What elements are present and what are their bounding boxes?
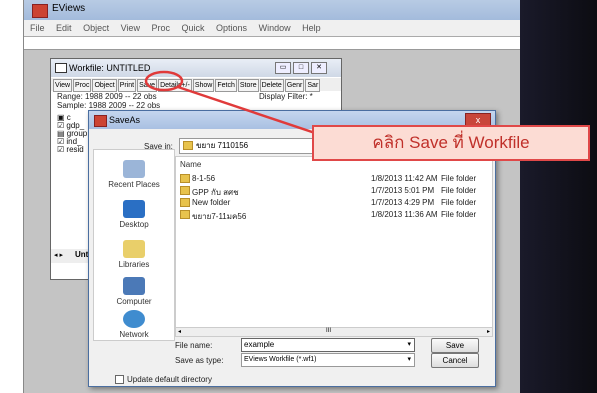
list-item[interactable]: 8-1-56 1/8/2013 11:42 AM File folder xyxy=(180,174,480,184)
wf-fetch-button[interactable]: Fetch xyxy=(215,79,237,92)
list-item[interactable]: GPP กับ สศช 1/7/2013 5:01 PM File folder xyxy=(180,186,480,197)
menu-quick[interactable]: Quick xyxy=(182,23,205,33)
scroll-right-icon[interactable]: ▸ xyxy=(487,328,490,335)
workfile-icon xyxy=(55,63,67,73)
save-as-type-value: EViews Workfile (*.wf1) xyxy=(244,356,317,363)
menu-bar: File Edit Object View Proc Quick Options… xyxy=(24,20,521,37)
list-item[interactable]: ขยาย7-11มค56 1/8/2013 11:36 AM File folder xyxy=(180,210,480,221)
annotation-callout: คลิก Save ที่ Workfile xyxy=(312,125,590,161)
menu-proc[interactable]: Proc xyxy=(151,23,170,33)
menu-help[interactable]: Help xyxy=(302,23,321,33)
place-desktop[interactable]: Desktop xyxy=(94,200,174,229)
libraries-icon xyxy=(123,240,145,258)
dialog-title: SaveAs xyxy=(109,115,141,125)
wf-print-button[interactable]: Print xyxy=(117,79,137,92)
wf-details-button[interactable]: Details+/- xyxy=(158,79,192,92)
close-icon[interactable]: ✕ xyxy=(311,62,327,74)
wf-show-button[interactable]: Show xyxy=(192,79,215,92)
tab-scroll-icon[interactable]: ◂ ▸ xyxy=(54,251,63,259)
wf-genr-button[interactable]: Genr xyxy=(284,79,305,92)
range-text: Range: 1988 2009 -- 22 obs xyxy=(57,92,157,101)
object-item[interactable]: ☑ resid xyxy=(57,146,87,154)
column-name-header[interactable]: Name xyxy=(180,160,201,169)
save-button[interactable]: Save xyxy=(431,338,479,353)
chevron-down-icon[interactable]: ▾ xyxy=(407,354,411,366)
file-name-input[interactable]: example ▾ xyxy=(241,338,415,352)
wf-view-button[interactable]: View xyxy=(53,79,73,92)
left-margin xyxy=(0,0,23,393)
file-name-value: example xyxy=(244,340,275,349)
scroll-thumb[interactable]: III xyxy=(326,328,331,334)
update-directory-checkbox[interactable]: Update default directory xyxy=(115,375,212,385)
folder-icon xyxy=(180,174,190,184)
workfile-toolbar: View Proc Object Print Save Details+/- Show Fet… xyxy=(51,78,341,92)
folder-icon xyxy=(180,198,190,208)
save-in-value: ขยาย 7110156 xyxy=(196,141,249,150)
callout-text: คลิก Save ที่ Workfile xyxy=(372,133,530,152)
file-list: Name 8-1-56 1/8/2013 11:42 AM File folder … xyxy=(175,156,493,330)
app-titlebar: EViews xyxy=(24,0,521,20)
menu-edit[interactable]: Edit xyxy=(56,23,72,33)
menu-file[interactable]: File xyxy=(30,23,45,33)
place-network[interactable]: Network xyxy=(94,310,174,339)
computer-icon xyxy=(123,277,145,295)
menu-window[interactable]: Window xyxy=(259,23,291,33)
display-filter: Display Filter: * xyxy=(259,92,313,101)
chevron-down-icon[interactable]: ▾ xyxy=(407,339,411,351)
places-bar: Recent Places Desktop Libraries Computer… xyxy=(93,149,175,341)
menu-object[interactable]: Object xyxy=(83,23,109,33)
horizontal-scrollbar[interactable]: ◂ III ▸ xyxy=(175,327,493,337)
wf-store-button[interactable]: Store xyxy=(237,79,259,92)
minimize-icon[interactable]: ▭ xyxy=(275,62,291,74)
app-title: EViews xyxy=(52,3,86,14)
wf-sample-button[interactable]: Sar xyxy=(305,79,321,92)
folder-icon xyxy=(180,210,190,220)
folder-icon xyxy=(183,141,193,151)
wf-delete-button[interactable]: Delete xyxy=(259,79,284,92)
update-checkbox-label: Update default directory xyxy=(127,375,212,384)
save-as-type-select[interactable]: EViews Workfile (*.wf1) ▾ xyxy=(241,353,415,367)
sample-text: Sample: 1988 2009 -- 22 obs xyxy=(57,101,161,110)
place-computer[interactable]: Computer xyxy=(94,277,174,306)
maximize-icon[interactable]: □ xyxy=(293,62,309,74)
recent-places-icon xyxy=(123,160,145,178)
workfile-titlebar: Workfile: UNTITLED ▭ □ ✕ xyxy=(51,59,341,77)
save-as-type-label: Save as type: xyxy=(175,356,224,365)
right-dark-panel xyxy=(520,0,597,393)
command-window[interactable] xyxy=(24,37,521,50)
network-icon xyxy=(123,310,145,328)
scroll-left-icon[interactable]: ◂ xyxy=(178,328,181,335)
file-name-label: File name: xyxy=(175,341,213,350)
workfile-object-list: ▣ c ☑ gdp_ ▤ group ☑ ind_ ☑ resid xyxy=(57,114,87,154)
save-in-dropdown[interactable]: ขยาย 7110156 xyxy=(179,138,321,154)
tab-untitled[interactable]: Unt xyxy=(75,250,88,259)
screen: EViews File Edit Object View Proc Quick … xyxy=(0,0,597,393)
menu-view[interactable]: View xyxy=(121,23,140,33)
list-item[interactable]: New folder 1/7/2013 4:29 PM File folder xyxy=(180,198,480,208)
desktop-icon xyxy=(123,200,145,218)
place-libraries[interactable]: Libraries xyxy=(94,240,174,269)
menu-options[interactable]: Options xyxy=(216,23,247,33)
checkbox-icon[interactable] xyxy=(115,375,124,385)
place-recent[interactable]: Recent Places xyxy=(94,160,174,189)
cancel-button[interactable]: Cancel xyxy=(431,353,479,368)
wf-object-button[interactable]: Object xyxy=(92,79,117,92)
eviews-icon xyxy=(94,115,107,127)
workfile-range: Range: 1988 2009 -- 22 obs Sample: 1988 … xyxy=(57,92,160,110)
eviews-icon xyxy=(32,4,48,18)
folder-icon xyxy=(180,186,190,196)
wf-save-button[interactable]: Save xyxy=(137,79,158,92)
wf-proc-button[interactable]: Proc xyxy=(73,79,92,92)
workfile-title: Workfile: UNTITLED xyxy=(69,63,151,73)
